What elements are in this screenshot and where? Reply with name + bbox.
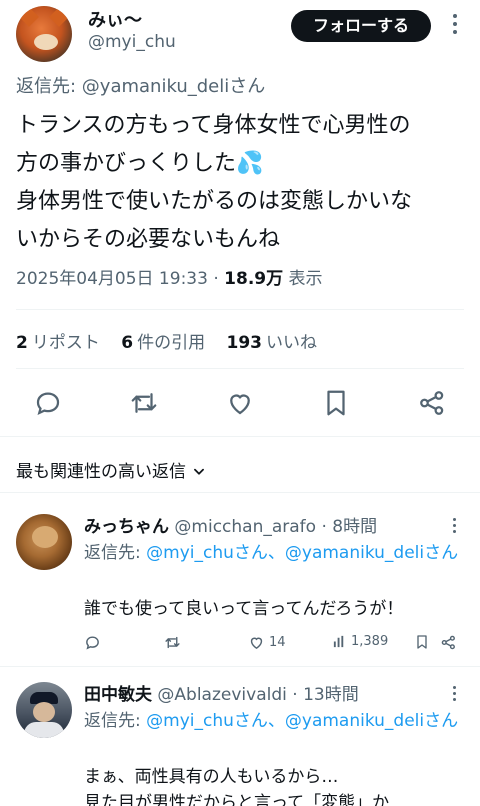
- likes-stat[interactable]: 193 いいね: [227, 333, 318, 353]
- reply-to-prefix: 返信先:: [84, 711, 147, 731]
- reply-to-suffix: さん: [229, 76, 266, 97]
- repost-icon[interactable]: [129, 388, 159, 418]
- views-count: 1,389: [351, 634, 389, 649]
- heart-icon: [250, 637, 263, 650]
- tweet-text-line-2: 方の事かびっくりした: [16, 151, 237, 176]
- reply-to-line: 返信先: @yamaniku_deliさん: [16, 72, 265, 98]
- reply-to-prefix: 返信先:: [16, 76, 82, 97]
- reply-sort-dropdown[interactable]: 最も関連性の高い返信: [16, 457, 206, 482]
- reply-icon[interactable]: [84, 634, 101, 651]
- reply-text-line-2: 見た目が男性だからと言って「変態」か: [84, 793, 390, 806]
- views-button[interactable]: 1,389: [332, 634, 388, 649]
- section-divider: [0, 436, 480, 437]
- reply-author-name[interactable]: 田中敏夫: [84, 685, 152, 705]
- share-icon[interactable]: [440, 634, 457, 651]
- tweet-action-bar: [0, 384, 480, 424]
- reply-to-line: 返信先: @myi_chuさん、@yamaniku_deliさん: [84, 709, 464, 733]
- reply-author-handle[interactable]: @Ablazevivaldi: [157, 685, 286, 705]
- quotes-stat[interactable]: 6 件の引用: [121, 333, 205, 353]
- reply-item[interactable]: みっちゃん @micchan_arafo · 8時間 返信先: @myi_chu…: [0, 506, 480, 662]
- tweet-text-line-4: いからその必要ないもんね: [16, 227, 281, 252]
- reply-to-user-link[interactable]: @yamaniku_deli: [82, 76, 229, 97]
- reply-item[interactable]: 田中敏夫 @Ablazevivaldi · 13時間 返信先: @myi_chu…: [0, 674, 480, 806]
- bookmark-icon[interactable]: [321, 388, 351, 418]
- quotes-label: 件の引用: [137, 333, 206, 353]
- avatar-face: [32, 526, 58, 548]
- reply-author-handle[interactable]: @micchan_arafo: [174, 517, 316, 537]
- avatar-snout: [34, 34, 58, 50]
- meta-separator: ·: [286, 685, 304, 705]
- reply-text-line-1: まぁ、両性具有の人もいるから…: [84, 767, 339, 787]
- reply-text: 誰でも使って良いって言ってんだろうが！: [84, 599, 404, 619]
- author-display-name[interactable]: みぃ〜: [88, 6, 142, 32]
- repost-icon[interactable]: [164, 634, 181, 651]
- meta-separator: ·: [207, 269, 225, 289]
- reply-action-bar: 14 1,389: [84, 634, 464, 658]
- reply-header: 田中敏夫 @Ablazevivaldi · 13時間: [84, 680, 359, 705]
- like-icon[interactable]: [225, 388, 255, 418]
- reply-author-name[interactable]: みっちゃん: [84, 517, 169, 537]
- more-options-icon[interactable]: [447, 14, 463, 38]
- reply-to-users-link[interactable]: @myi_chuさん、@yamaniku_deli: [146, 711, 424, 731]
- more-options-icon[interactable]: [449, 518, 459, 538]
- reply-icon[interactable]: [33, 388, 63, 418]
- avatar-body: [24, 722, 64, 738]
- tweet-header: みぃ〜 @myi_chu フォローする: [0, 0, 480, 66]
- section-divider: [0, 492, 480, 493]
- views-chart-icon: [333, 635, 344, 648]
- reply-author-avatar[interactable]: [16, 514, 72, 570]
- sweat-droplets-emoji: 💦: [236, 151, 264, 176]
- divider: [16, 368, 464, 369]
- divider: [16, 309, 464, 310]
- tweet-text-line-3: 身体男性で使いたがるのは変態しかいな: [16, 189, 413, 214]
- reposts-count: 2: [16, 333, 28, 353]
- reply-to-prefix: 返信先:: [84, 543, 147, 563]
- reply-time[interactable]: 13時間: [303, 685, 359, 705]
- chevron-down-icon: [194, 468, 204, 475]
- reply-time[interactable]: 8時間: [332, 517, 377, 537]
- reposts-stat[interactable]: 2 リポスト: [16, 333, 100, 353]
- reply-to-suffix: さん: [424, 711, 459, 731]
- reply-text: まぁ、両性具有の人もいるから… 見た目が男性だからと言って「変態」か: [84, 764, 464, 806]
- view-label: 表示: [283, 269, 323, 289]
- reply-sort-label: 最も関連性の高い返信: [16, 462, 186, 482]
- reply-divider: [0, 666, 480, 667]
- share-icon[interactable]: [417, 388, 447, 418]
- reply-to-users-link[interactable]: @myi_chuさん、@yamaniku_deli: [146, 543, 424, 563]
- engagement-stats: 2 リポスト 6 件の引用 193 いいね: [16, 328, 333, 353]
- avatar-ear: [49, 7, 69, 27]
- reply-to-line: 返信先: @myi_chuさん、@yamaniku_deliさん: [84, 541, 464, 565]
- like-count: 14: [269, 635, 286, 650]
- likes-label: いいね: [266, 333, 317, 353]
- avatar-face: [33, 702, 55, 722]
- reply-author-avatar[interactable]: [16, 682, 72, 738]
- like-button[interactable]: 14: [248, 634, 286, 651]
- more-options-icon[interactable]: [449, 686, 459, 706]
- author-handle[interactable]: @myi_chu: [88, 32, 176, 52]
- avatar-ear: [19, 7, 39, 27]
- tweet-text-line-1: トランスの方もって身体女性で心男性の: [16, 113, 411, 138]
- likes-count: 193: [226, 333, 263, 353]
- view-count: 18.9万: [224, 269, 284, 289]
- bookmark-icon[interactable]: [414, 634, 430, 650]
- quotes-count: 6: [121, 333, 134, 353]
- tweet-meta: 2025年04月05日 19:33 · 18.9万 表示: [16, 264, 323, 289]
- tweet-body: トランスの方もって身体女性で心男性の 方の事かびっくりした💦 身体男性で使いたが…: [16, 107, 464, 259]
- reply-to-suffix: さん: [424, 543, 459, 563]
- reply-header: みっちゃん @micchan_arafo · 8時間: [84, 512, 377, 537]
- meta-separator: ·: [316, 517, 333, 537]
- author-avatar[interactable]: [16, 6, 72, 62]
- follow-button[interactable]: フォローする: [291, 10, 431, 42]
- tweet-timestamp[interactable]: 2025年04月05日 19:33: [16, 269, 208, 289]
- reposts-label: リポスト: [31, 333, 100, 353]
